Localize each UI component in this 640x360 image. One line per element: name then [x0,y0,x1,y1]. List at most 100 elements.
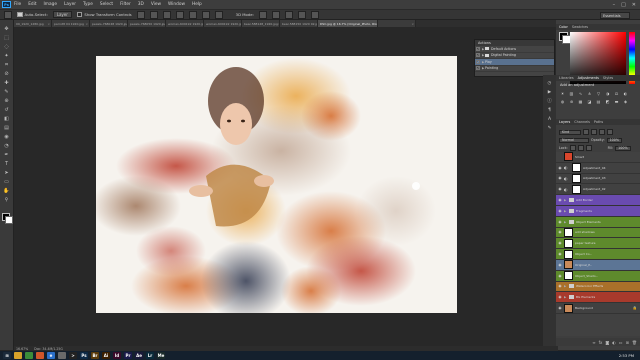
layer-row[interactable]: ◉ ◐ Adjustment_02 [556,184,640,196]
visibility-eye-icon[interactable]: ◉ [556,303,564,313]
layer-mask-thumbnail[interactable] [572,163,581,173]
crop-tool-icon[interactable]: ⌗ [3,62,10,68]
menu-filter[interactable]: Filter [120,2,131,7]
action-toggle-checkbox[interactable]: ✓ [476,53,480,58]
type-tool-icon[interactable]: T [3,161,10,167]
menu-edit[interactable]: Edit [28,2,36,7]
layer-row[interactable]: ◉ ▶ Watercolor Effects [556,281,640,293]
new-group-icon[interactable]: ▭ [619,340,623,345]
tab-color[interactable]: Color [559,25,568,29]
tab-styles[interactable]: Styles [603,76,613,80]
document-tab[interactable]: pexels-768050 1920.jpg× [128,20,166,27]
action-item[interactable]: ✓ ▶ Painting [475,66,554,72]
close-button[interactable]: ✕ [632,2,636,8]
move-tool-preset-icon[interactable] [4,10,12,19]
hand-tool-icon[interactable]: ✋ [3,188,10,194]
new-layer-icon[interactable]: ⊞ [626,340,629,345]
align-top-icon[interactable] [136,10,145,19]
layer-row[interactable]: ◉ Object Co... [556,249,640,260]
layer-row[interactable]: ◉ Object_Shado... [556,270,640,282]
quick-select-tool-icon[interactable]: ✦ [3,53,10,59]
menu-image[interactable]: Image [44,2,57,7]
move-tool-icon[interactable]: ✥ [3,26,10,32]
media-icon[interactable] [58,352,66,359]
layer-mask-thumbnail[interactable] [572,173,581,183]
document-tab[interactable]: × [378,20,416,27]
layer-row[interactable]: ◉ ◐ Adjustment_04 [556,162,640,174]
add-mask-icon[interactable]: ◙ [605,340,609,345]
gradient-map-icon[interactable]: ▬ [614,99,619,104]
align-left-icon[interactable] [175,10,184,19]
layer-row[interactable]: ◉ ▶ BG Elements [556,292,640,304]
document-tab[interactable]: woman-609192 1920.jpg× [166,20,204,27]
slide-3d-icon[interactable] [297,10,306,19]
lock-all-icon[interactable] [585,145,592,151]
visibility-eye-icon[interactable]: ◉ [556,206,564,216]
layer-style-icon[interactable]: fx [599,340,603,345]
clone-stamp-tool-icon[interactable]: ⊕ [3,98,10,104]
zoom-level[interactable]: 16.67% [16,347,28,351]
eraser-tool-icon[interactable]: ◧ [3,116,10,122]
menu-type[interactable]: Type [83,2,93,7]
lock-position-icon[interactable] [577,145,584,151]
curves-icon[interactable]: ∿ [578,91,583,96]
photoshop-icon[interactable]: Ps [80,352,88,359]
align-center-icon[interactable] [188,10,197,19]
visibility-eye-icon[interactable]: ◉ [556,238,564,248]
fill-field[interactable]: 100% [615,145,631,151]
brush-tool-icon[interactable]: ✎ [3,89,10,95]
visibility-eye-icon[interactable]: ◉ [556,184,564,194]
hue-saturation-icon[interactable]: ◑ [605,91,610,96]
document-canvas[interactable] [96,56,457,313]
visibility-eye-icon[interactable]: ◉ [556,282,564,292]
photo-filter-icon[interactable]: ◍ [560,99,565,104]
expand-triangle-icon[interactable]: ▶ [564,209,567,213]
ie-icon[interactable]: e [47,352,55,359]
scale-3d-icon[interactable] [310,10,319,19]
layer-row[interactable]: ◉ Background 🔒 [556,303,640,314]
tab-adjustments[interactable]: Adjustments [578,76,599,80]
layer-row[interactable]: ◉ ▶ Add Border [556,195,640,206]
layer-thumbnail[interactable] [564,238,573,248]
auto-select-checkbox[interactable] [17,11,23,18]
tab-close-icon[interactable]: × [411,22,415,26]
actions-icon[interactable]: ▶ [546,90,553,96]
align-middle-icon[interactable] [149,10,158,19]
color-lookup-icon[interactable]: ▦ [578,99,583,104]
terminal-icon[interactable]: > [69,352,77,359]
indesign-icon[interactable]: Id [113,352,121,359]
document-tab[interactable]: 09_1920_1280.jpg × [14,20,52,27]
dodge-tool-icon[interactable]: ◔ [3,143,10,149]
document-tab[interactable]: woman-609192 1920.jpg× [204,20,242,27]
vibrance-icon[interactable]: ▽ [596,91,601,96]
layer-thumbnail[interactable] [564,303,573,313]
roll-3d-icon[interactable] [271,10,280,19]
exposure-icon[interactable]: ± [587,91,592,96]
link-layers-icon[interactable]: ∞ [592,340,595,345]
bridge-icon[interactable]: Br [91,352,99,359]
align-bottom-icon[interactable] [162,10,171,19]
pen-tool-icon[interactable]: ✒ [3,152,10,158]
layer-mask-thumbnail[interactable] [572,184,581,194]
expand-triangle-icon[interactable]: ▶ [564,198,567,202]
menu-window[interactable]: Window [168,2,185,7]
tab-channels[interactable]: Channels [574,120,590,124]
maximize-button[interactable]: □ [621,2,626,8]
gradient-tool-icon[interactable]: ▤ [3,125,10,131]
layer-thumbnail[interactable] [564,271,573,281]
illustrator-icon[interactable]: Ai [102,352,110,359]
action-toggle-checkbox[interactable]: ✓ [476,66,480,71]
brush-preset-icon[interactable]: ✎ [546,126,553,132]
tab-layers[interactable]: Layers [559,120,570,124]
chrome-icon[interactable] [25,352,33,359]
minimize-button[interactable]: – [613,2,616,8]
tab-close-icon[interactable]: × [47,22,51,26]
media-encoder-icon[interactable]: Me [157,352,165,359]
document-tab[interactable]: parrot8 04 1920.jpg × [52,20,90,27]
layer-thumbnail[interactable] [564,152,573,162]
visibility-eye-icon[interactable]: ◉ [556,163,564,173]
visibility-eye-icon[interactable]: ◉ [556,292,564,302]
layer-row[interactable]: ◉ ▶ Fragments [556,205,640,217]
threshold-icon[interactable]: ◩ [605,99,610,104]
explorer-icon[interactable] [14,352,22,359]
